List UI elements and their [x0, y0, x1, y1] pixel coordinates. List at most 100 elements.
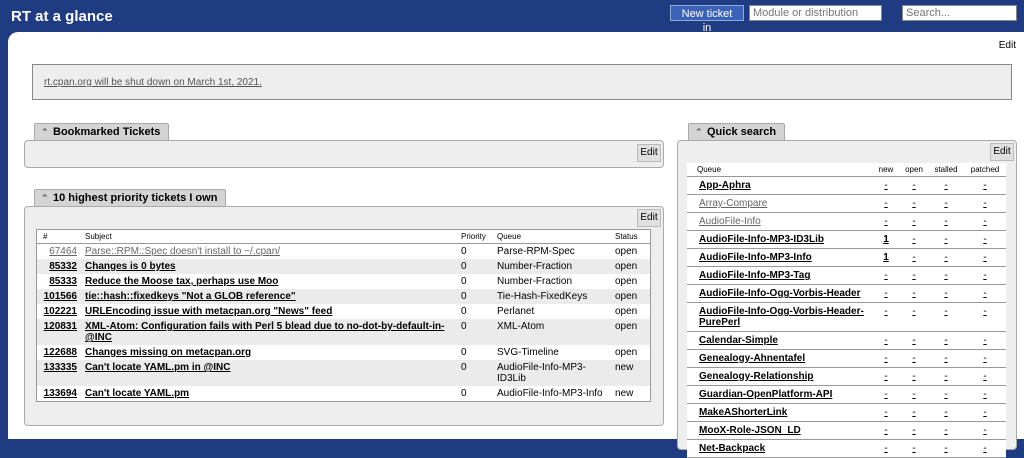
new-count-link[interactable]: -: [884, 371, 887, 382]
queue-link[interactable]: AudioFile-Info-Ogg-Vorbis-Header-PurePer…: [699, 306, 864, 328]
new-count-link[interactable]: -: [884, 180, 887, 191]
quick-search-edit-button[interactable]: Edit: [990, 143, 1014, 161]
ticket-subject-link[interactable]: Parse::RPM::Spec doesn't install to ~/.c…: [85, 246, 280, 257]
queue-link[interactable]: Net-Backpack: [699, 443, 765, 454]
open-count-link[interactable]: -: [912, 216, 915, 227]
new-count-link[interactable]: -: [884, 306, 887, 317]
queue-link[interactable]: Genealogy-Ahnentafel: [699, 353, 805, 364]
new-count-link[interactable]: -: [884, 216, 887, 227]
new-ticket-button[interactable]: New ticket in: [670, 5, 744, 34]
ticket-subject-link[interactable]: Can't locate YAML.pm: [85, 388, 189, 399]
priority-edit-button[interactable]: Edit: [637, 209, 661, 227]
new-count-link[interactable]: 1: [883, 252, 889, 263]
queue-link[interactable]: AudioFile-Info: [699, 216, 761, 227]
new-count-link[interactable]: -: [884, 425, 887, 436]
stalled-count-link[interactable]: -: [944, 198, 947, 209]
open-count-link[interactable]: -: [912, 270, 915, 281]
open-count-link[interactable]: -: [912, 443, 915, 454]
stalled-count-link[interactable]: -: [944, 234, 947, 245]
queue-link[interactable]: AudioFile-Info-MP3-Tag: [699, 270, 810, 281]
notice-link[interactable]: rt.cpan.org will be shut down on March 1…: [44, 77, 262, 88]
new-count-link[interactable]: -: [884, 270, 887, 281]
open-count-link[interactable]: -: [912, 389, 915, 400]
new-count-link[interactable]: -: [884, 288, 887, 299]
stalled-count-link[interactable]: -: [944, 353, 947, 364]
open-count-link[interactable]: -: [912, 306, 915, 317]
queue-link[interactable]: MooX-Role-JSON_LD: [699, 425, 801, 436]
ticket-id-link[interactable]: 67464: [49, 246, 77, 257]
queue-link[interactable]: AudioFile-Info-MP3-ID3Lib: [699, 234, 824, 245]
patched-count-link[interactable]: -: [983, 270, 986, 281]
patched-count-link[interactable]: -: [983, 306, 986, 317]
queue-input[interactable]: [749, 5, 882, 21]
queue-link[interactable]: MakeAShorterLink: [699, 407, 787, 418]
ticket-id-link[interactable]: 122688: [44, 347, 77, 358]
stalled-count-link[interactable]: -: [944, 216, 947, 227]
open-count-link[interactable]: -: [912, 234, 915, 245]
chevron-up-icon[interactable]: ⌃: [41, 190, 53, 206]
search-input[interactable]: [902, 5, 1017, 21]
patched-count-link[interactable]: -: [983, 371, 986, 382]
ticket-subject-link[interactable]: Can't locate YAML.pm in @INC: [85, 362, 230, 373]
new-count-link[interactable]: -: [884, 389, 887, 400]
stalled-count-link[interactable]: -: [944, 288, 947, 299]
chevron-up-icon[interactable]: ⌃: [41, 124, 53, 140]
patched-count-link[interactable]: -: [983, 407, 986, 418]
patched-count-link[interactable]: -: [983, 335, 986, 346]
open-count-link[interactable]: -: [912, 353, 915, 364]
open-count-link[interactable]: -: [912, 371, 915, 382]
stalled-count-link[interactable]: -: [944, 371, 947, 382]
patched-count-link[interactable]: -: [983, 443, 986, 454]
ticket-subject-link[interactable]: XML-Atom: Configuration fails with Perl …: [85, 321, 444, 343]
page-edit-link[interactable]: Edit: [999, 40, 1016, 51]
new-count-link[interactable]: -: [884, 198, 887, 209]
open-count-link[interactable]: -: [912, 335, 915, 346]
new-count-link[interactable]: 1: [883, 234, 889, 245]
chevron-up-icon[interactable]: ⌃: [695, 124, 707, 140]
queue-link[interactable]: AudioFile-Info-Ogg-Vorbis-Header: [699, 288, 860, 299]
patched-count-link[interactable]: -: [983, 216, 986, 227]
patched-count-link[interactable]: -: [983, 198, 986, 209]
open-count-link[interactable]: -: [912, 198, 915, 209]
patched-count-link[interactable]: -: [983, 288, 986, 299]
bookmarked-tab[interactable]: ⌃ Bookmarked Tickets: [34, 123, 170, 140]
stalled-count-link[interactable]: -: [944, 306, 947, 317]
ticket-subject-link[interactable]: Changes is 0 bytes: [85, 261, 176, 272]
stalled-count-link[interactable]: -: [944, 443, 947, 454]
ticket-subject-link[interactable]: Reduce the Moose tax, perhaps use Moo: [85, 276, 278, 287]
stalled-count-link[interactable]: -: [944, 425, 947, 436]
patched-count-link[interactable]: -: [983, 425, 986, 436]
patched-count-link[interactable]: -: [983, 234, 986, 245]
ticket-subject-link[interactable]: Changes missing on metacpan.org: [85, 347, 251, 358]
open-count-link[interactable]: -: [912, 425, 915, 436]
open-count-link[interactable]: -: [912, 407, 915, 418]
stalled-count-link[interactable]: -: [944, 180, 947, 191]
stalled-count-link[interactable]: -: [944, 335, 947, 346]
ticket-id-link[interactable]: 101566: [44, 291, 77, 302]
queue-link[interactable]: Guardian-OpenPlatform-API: [699, 389, 832, 400]
new-count-link[interactable]: -: [884, 443, 887, 454]
ticket-id-link[interactable]: 85332: [49, 261, 77, 272]
patched-count-link[interactable]: -: [983, 389, 986, 400]
ticket-id-link[interactable]: 102221: [44, 306, 77, 317]
bookmarked-edit-button[interactable]: Edit: [637, 144, 661, 162]
patched-count-link[interactable]: -: [983, 252, 986, 263]
stalled-count-link[interactable]: -: [944, 389, 947, 400]
queue-link[interactable]: Array-Compare: [699, 198, 767, 209]
stalled-count-link[interactable]: -: [944, 252, 947, 263]
new-count-link[interactable]: -: [884, 353, 887, 364]
open-count-link[interactable]: -: [912, 252, 915, 263]
stalled-count-link[interactable]: -: [944, 270, 947, 281]
priority-tab[interactable]: ⌃ 10 highest priority tickets I own: [34, 189, 227, 206]
queue-link[interactable]: Calendar-Simple: [699, 335, 778, 346]
patched-count-link[interactable]: -: [983, 180, 986, 191]
ticket-subject-link[interactable]: URLEncoding issue with metacpan.org "New…: [85, 306, 332, 317]
open-count-link[interactable]: -: [912, 288, 915, 299]
queue-link[interactable]: Genealogy-Relationship: [699, 371, 813, 382]
new-count-link[interactable]: -: [884, 335, 887, 346]
ticket-id-link[interactable]: 120831: [44, 321, 77, 332]
stalled-count-link[interactable]: -: [944, 407, 947, 418]
open-count-link[interactable]: -: [912, 180, 915, 191]
ticket-id-link[interactable]: 85333: [49, 276, 77, 287]
ticket-id-link[interactable]: 133335: [44, 362, 77, 373]
